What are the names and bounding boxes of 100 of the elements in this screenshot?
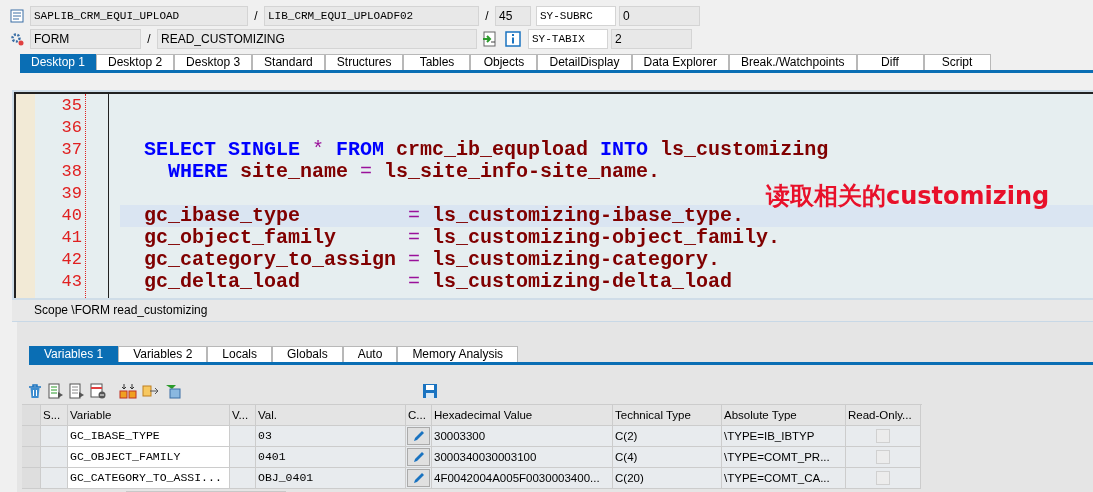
code-token: gc_object_family [144,227,338,249]
table-cell: \TYPE=COMT_PR... [722,447,846,468]
table-cell: OBJ_0401 [256,468,406,489]
line-number: 42 [60,249,83,271]
filter-icon[interactable] [165,383,181,399]
table-cell: 4F0042004A005F0030003400... [432,468,613,489]
list-remove-icon[interactable] [90,383,106,399]
system-field-value: 2 [611,28,692,49]
annotation-text: 读取相关的customizing [766,181,1050,212]
list-play-icon[interactable] [48,383,64,399]
line-number: 39 [60,183,83,205]
variables-tab[interactable]: Variables 2 [118,346,208,362]
table-cell: \TYPE=IB_IBTYP [722,426,846,447]
table-cell: GC_CATEGORY_TO_ASSI... [68,468,230,489]
program-field: SAPLIB_CRM_EQUI_UPLOAD [30,5,248,26]
desktop-tab[interactable]: Break./Watchpoints [728,54,857,70]
table-cell: \TYPE=COMT_CA... [722,468,846,489]
save-icon[interactable] [422,383,438,399]
table-cell: 30003300 [432,426,613,447]
system-field-value: 0 [619,5,700,26]
desktop-tab[interactable]: Desktop 2 [96,54,175,70]
system-field-name: SY-TABIX [528,28,608,49]
table-cell: 03 [256,426,406,447]
line-number: 36 [60,117,83,139]
pencil-icon [411,429,426,443]
code-token: * [312,139,325,161]
variables-tab[interactable]: Auto [342,346,398,362]
code-token: WHERE [168,161,228,183]
gear-icon [10,31,24,46]
line-number: 37 [60,139,83,161]
code-token: gc_delta_load [144,271,302,293]
code-token: site_name [240,161,349,183]
table-cell: GC_IBASE_TYPE [68,426,230,447]
desktop-tab[interactable]: Standard [252,54,325,70]
variables-tab[interactable]: Locals [207,346,272,362]
desktop-tab[interactable]: Diff [856,54,924,70]
program-icon [10,8,24,23]
list-play-icon[interactable] [69,383,85,399]
edit-button[interactable] [407,448,430,466]
event-name-field: READ_CUSTOMIZING [157,28,477,49]
code-token: = [408,271,421,293]
code-token: SINGLE [228,139,301,161]
pencil-icon [411,471,426,485]
desktop-tab[interactable]: Desktop 3 [174,54,253,70]
column-header[interactable]: S... [41,405,68,426]
desktop-tab[interactable]: DetailDisplay [537,54,632,70]
code-token: gc_ibase_type [144,205,302,227]
variables-tab[interactable]: Memory Analysis [397,346,519,362]
code-token: SELECT [144,139,216,161]
line-number: 35 [60,95,83,117]
column-header[interactable]: Val. [256,405,406,426]
pencil-icon [411,450,426,464]
column-header[interactable]: Technical Type [613,405,722,426]
column-header[interactable]: Absolute Type [722,405,846,426]
desktop-tab[interactable]: Structures [324,54,404,70]
code-token: = [408,249,421,271]
column-header[interactable]: C... [406,405,432,426]
table-cell: 3000340030003100 [432,447,613,468]
column-header[interactable]: V... [230,405,256,426]
line-field: 45 [495,5,531,26]
line-number: 41 [60,227,83,249]
code-token: ls_customizing-object_family. [432,227,781,249]
desktop-tab[interactable]: Data Explorer [631,54,729,70]
edit-button[interactable] [407,469,430,487]
variables-tab[interactable]: Variables 1 [29,346,119,362]
line-number: 43 [60,271,83,293]
code-token: = [408,205,421,227]
include-field: LIB_CRM_EQUI_UPLOADF02 [264,5,479,26]
separator-text: / [484,8,490,23]
export-icon[interactable] [142,383,160,399]
table-cell: C(4) [613,447,722,468]
scope-label: Scope \FORM read_customizing [34,303,208,317]
column-header[interactable]: Variable [68,405,230,426]
desktop-tab[interactable]: Desktop 1 [20,54,97,70]
desktop-tab[interactable]: Objects [470,54,538,70]
info-icon[interactable] [505,30,521,47]
merge-icon[interactable] [119,383,137,399]
system-field-name: SY-SUBRC [536,5,616,26]
code-token: FROM [336,139,385,161]
line-number: 40 [60,205,83,227]
edit-button[interactable] [407,427,430,445]
separator-text: / [146,31,152,46]
event-type-field: FORM [30,28,141,49]
trash-icon[interactable] [27,383,43,399]
column-header[interactable]: Read-Only... [846,405,921,426]
column-header[interactable]: Hexadecimal Value [432,405,613,426]
desktop-tab[interactable]: Tables [403,54,471,70]
code-token: = [360,161,373,183]
code-token: ls_customizing-delta_load [432,271,733,293]
desktop-tab[interactable]: Script [923,54,991,70]
separator-text: / [253,8,259,23]
table-cell: 0401 [256,447,406,468]
code-token: ls_customizing-ibase_type. [432,205,745,227]
code-token: crmc_ib_equpload [396,139,589,161]
code-token: INTO [600,139,649,161]
navigate-icon[interactable] [482,30,498,47]
table-cell: C(20) [613,468,722,489]
table-cell: GC_OBJECT_FAMILY [68,447,230,468]
line-number: 38 [60,161,83,183]
variables-tab[interactable]: Globals [272,346,343,362]
